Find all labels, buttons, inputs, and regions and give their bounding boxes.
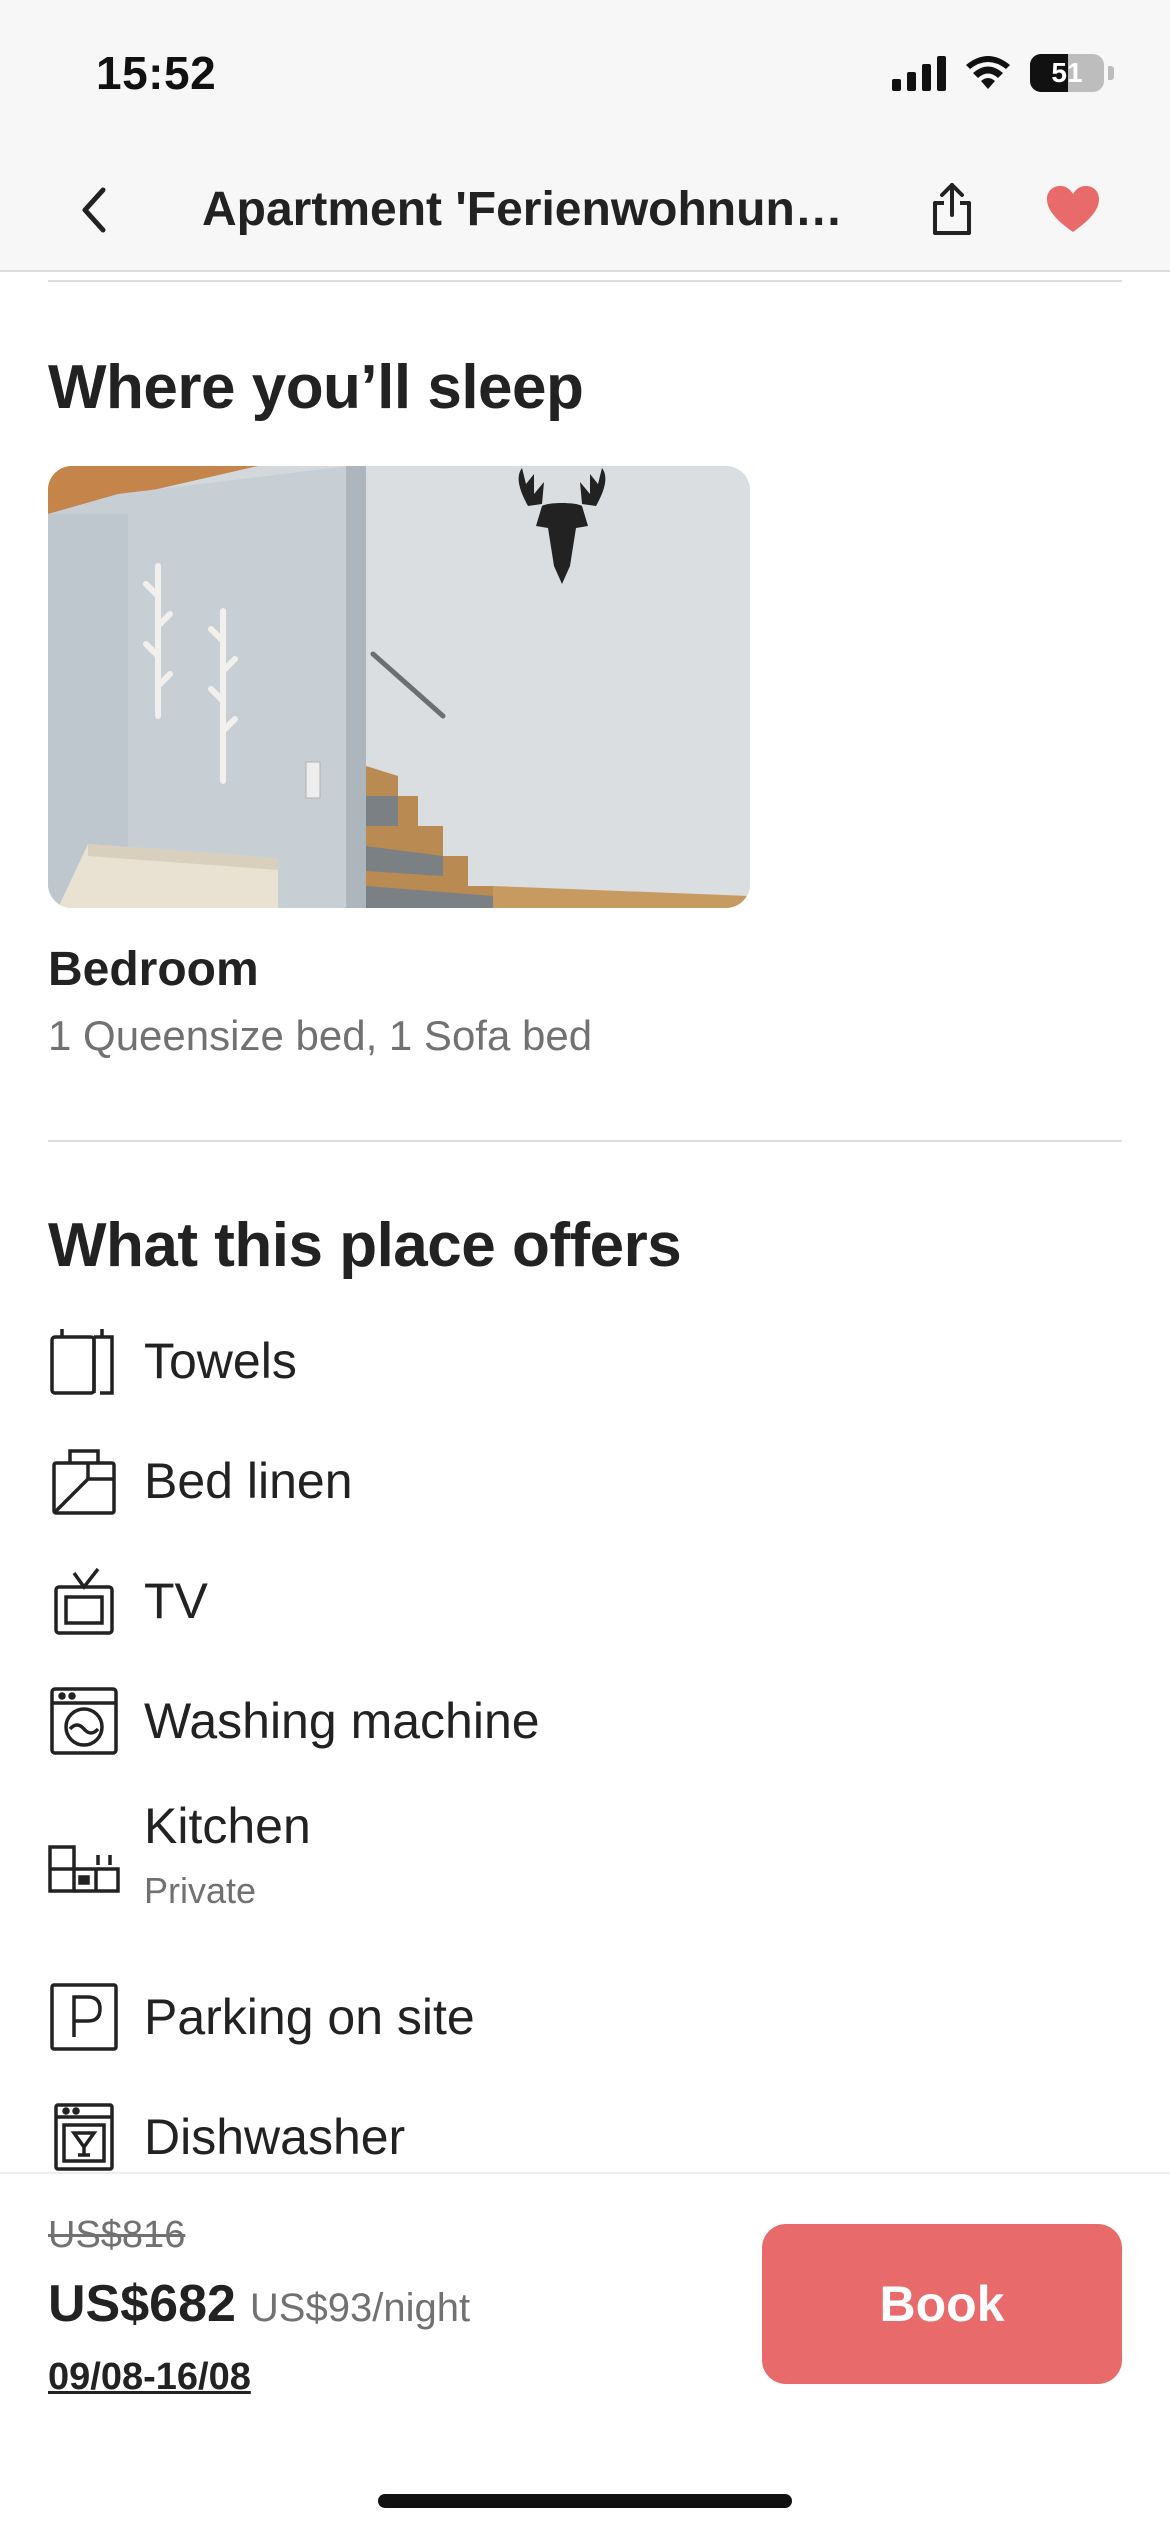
favorite-button[interactable] [1040, 176, 1106, 242]
listing-title: Apartment 'Ferienwohnun… [202, 183, 843, 236]
amenity-parking: Parking on site [48, 1972, 1122, 2062]
amenity-label: Dishwasher [144, 2109, 406, 2165]
amenity-washing-machine: Washing machine [48, 1676, 1122, 1766]
amenity-dishwasher: Dishwasher [48, 2092, 1122, 2182]
tv-icon [48, 1565, 120, 1637]
towels-icon [48, 1325, 120, 1397]
amenity-label: Kitchen [144, 1798, 311, 1854]
divider [48, 1140, 1122, 1142]
original-price: US$816 [48, 2214, 186, 2256]
kitchen-icon [48, 1825, 120, 1897]
heart-icon [1047, 186, 1099, 232]
amenity-tv: TV [48, 1556, 1122, 1646]
bed-linen-icon [48, 1445, 120, 1517]
offers-section-title: What this place offers [48, 1211, 682, 1280]
battery-icon: 51 [1030, 54, 1104, 92]
share-button[interactable] [920, 174, 984, 244]
wifi-icon [966, 56, 1010, 89]
amenity-kitchen: Kitchen Private [48, 1796, 1122, 1911]
bedroom-photo[interactable] [48, 466, 750, 908]
amenity-label: Parking on site [144, 1989, 475, 2045]
amenity-bed-linen: Bed linen [48, 1436, 1122, 1526]
total-price: US$682 [48, 2275, 236, 2333]
home-indicator[interactable] [378, 2494, 792, 2508]
chevron-left-icon [82, 187, 106, 233]
booking-dates-link[interactable]: 09/08-16/08 [48, 2356, 251, 2399]
sleep-section-title: Where you’ll sleep [48, 353, 584, 422]
battery-level: 51 [1051, 57, 1083, 88]
amenity-towels: Towels [48, 1316, 1122, 1406]
amenity-sublabel: Private [144, 1870, 257, 1911]
share-icon [933, 183, 971, 235]
battery-cap [1108, 66, 1114, 80]
booking-bar: US$816 US$682 US$93/night 09/08-16/08 Bo… [0, 2172, 1170, 2532]
price-row: US$682 US$93/night [48, 2274, 470, 2334]
amenity-label: Washing machine [144, 1693, 540, 1749]
status-bar: 15:52 51 [0, 0, 1170, 150]
book-button[interactable]: Book [762, 2224, 1122, 2384]
status-icons: 51 [892, 52, 1114, 94]
room-beds: 1 Queensize bed, 1 Sofa bed [48, 1012, 593, 1059]
status-time: 15:52 [96, 47, 217, 99]
divider [48, 280, 1122, 282]
cellular-signal-icon [892, 55, 946, 91]
amenity-label: Bed linen [144, 1453, 353, 1509]
dishwasher-icon [48, 2101, 120, 2173]
parking-icon [48, 1981, 120, 2053]
room-name: Bedroom [48, 943, 259, 996]
amenity-label: TV [144, 1573, 208, 1629]
back-button[interactable] [62, 178, 126, 242]
amenity-label: Towels [144, 1333, 297, 1389]
price-per-night: US$93/night [249, 2286, 471, 2330]
navigation-bar: Apartment 'Ferienwohnun… [0, 150, 1170, 272]
washing-machine-icon [48, 1685, 120, 1757]
bedroom-image [48, 466, 750, 908]
